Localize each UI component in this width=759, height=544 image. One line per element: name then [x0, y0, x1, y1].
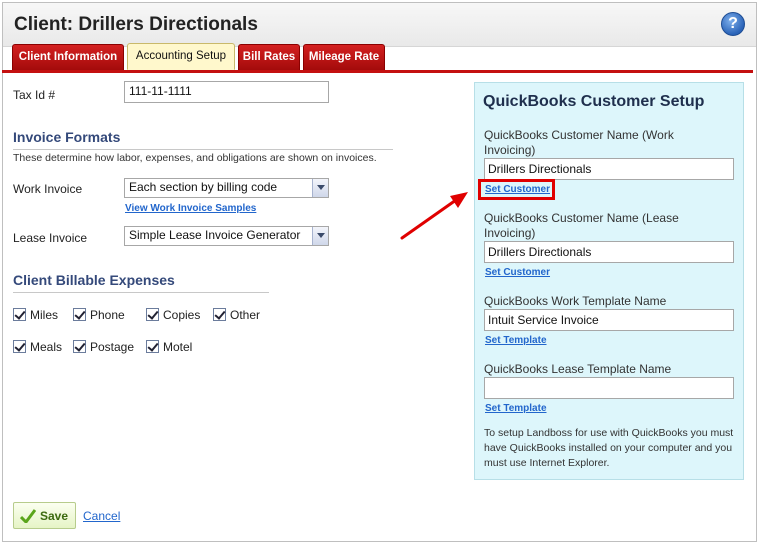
invoice-formats-heading: Invoice Formats [13, 129, 121, 145]
work-template-label: QuickBooks Work Template Name [484, 294, 667, 308]
tax-id-label: Tax Id # [13, 88, 56, 102]
set-template-link[interactable]: Set Template [485, 335, 547, 346]
work-invoice-label: Work Invoice [13, 182, 83, 196]
tab-accounting-setup[interactable]: Accounting Setup [127, 43, 235, 70]
help-icon[interactable]: ? [721, 12, 745, 36]
chevron-down-icon[interactable] [312, 227, 328, 245]
tab-underline [2, 70, 753, 73]
invoice-formats-description: These determine how labor, expenses, and… [13, 152, 377, 164]
other-checkbox[interactable] [213, 308, 226, 321]
motel-checkbox[interactable] [146, 340, 159, 353]
copies-checkbox[interactable] [146, 308, 159, 321]
tab-client-information[interactable]: Client Information [12, 44, 124, 70]
phone-label: Phone [90, 308, 125, 322]
tab-mileage-rate[interactable]: Mileage Rate [303, 44, 385, 70]
lease-template-label: QuickBooks Lease Template Name [484, 362, 672, 376]
page-title: Client: Drillers Directionals [14, 14, 258, 35]
save-label: Save [40, 509, 69, 523]
other-label: Other [230, 308, 261, 322]
postage-checkbox[interactable] [73, 340, 86, 353]
motel-label: Motel [163, 340, 193, 354]
save-button[interactable]: Save [13, 502, 76, 529]
set-template-link-2[interactable]: Set Template [485, 403, 547, 414]
checkmark-icon [20, 509, 36, 523]
quickbooks-note: To setup Landboss for use with QuickBook… [484, 427, 734, 469]
postage-label: Postage [90, 340, 135, 354]
set-customer-link-2[interactable]: Set Customer [485, 267, 550, 278]
quickbooks-title: QuickBooks Customer Setup [483, 93, 705, 110]
annotation-arrow-icon [400, 192, 468, 240]
lease-customer-label: QuickBooks Customer Name (Lease Invoicin… [484, 211, 679, 240]
view-work-invoice-samples-link[interactable]: View Work Invoice Samples [125, 203, 256, 214]
lease-customer-input[interactable]: Drillers Directionals [484, 241, 734, 263]
work-customer-label: QuickBooks Customer Name (Work Invoicing… [484, 128, 674, 157]
miles-label: Miles [30, 308, 59, 322]
lease-invoice-value: Simple Lease Invoice Generator [129, 228, 301, 242]
tab-bill-rates[interactable]: Bill Rates [238, 44, 300, 70]
title-bar: Client: Drillers Directionals ? [3, 3, 756, 47]
cancel-link[interactable]: Cancel [83, 509, 120, 523]
section-divider [13, 292, 269, 293]
miles-checkbox[interactable] [13, 308, 26, 321]
billable-expenses-heading: Client Billable Expenses [13, 272, 175, 288]
phone-checkbox[interactable] [73, 308, 86, 321]
work-invoice-select[interactable]: Each section by billing code [124, 178, 329, 198]
chevron-down-icon[interactable] [312, 179, 328, 197]
lease-template-input[interactable] [484, 377, 734, 399]
work-customer-input[interactable]: Drillers Directionals [484, 158, 734, 180]
lease-invoice-label: Lease Invoice [13, 231, 88, 245]
tax-id-input[interactable]: 111-11-1111 [124, 81, 329, 103]
copies-label: Copies [163, 308, 201, 322]
meals-checkbox[interactable] [13, 340, 26, 353]
work-template-input[interactable]: Intuit Service Invoice [484, 309, 734, 331]
lease-invoice-select[interactable]: Simple Lease Invoice Generator [124, 226, 329, 246]
meals-label: Meals [30, 340, 63, 354]
work-invoice-value: Each section by billing code [129, 180, 278, 194]
annotation-highlight-box [478, 179, 555, 200]
section-divider [13, 149, 393, 150]
